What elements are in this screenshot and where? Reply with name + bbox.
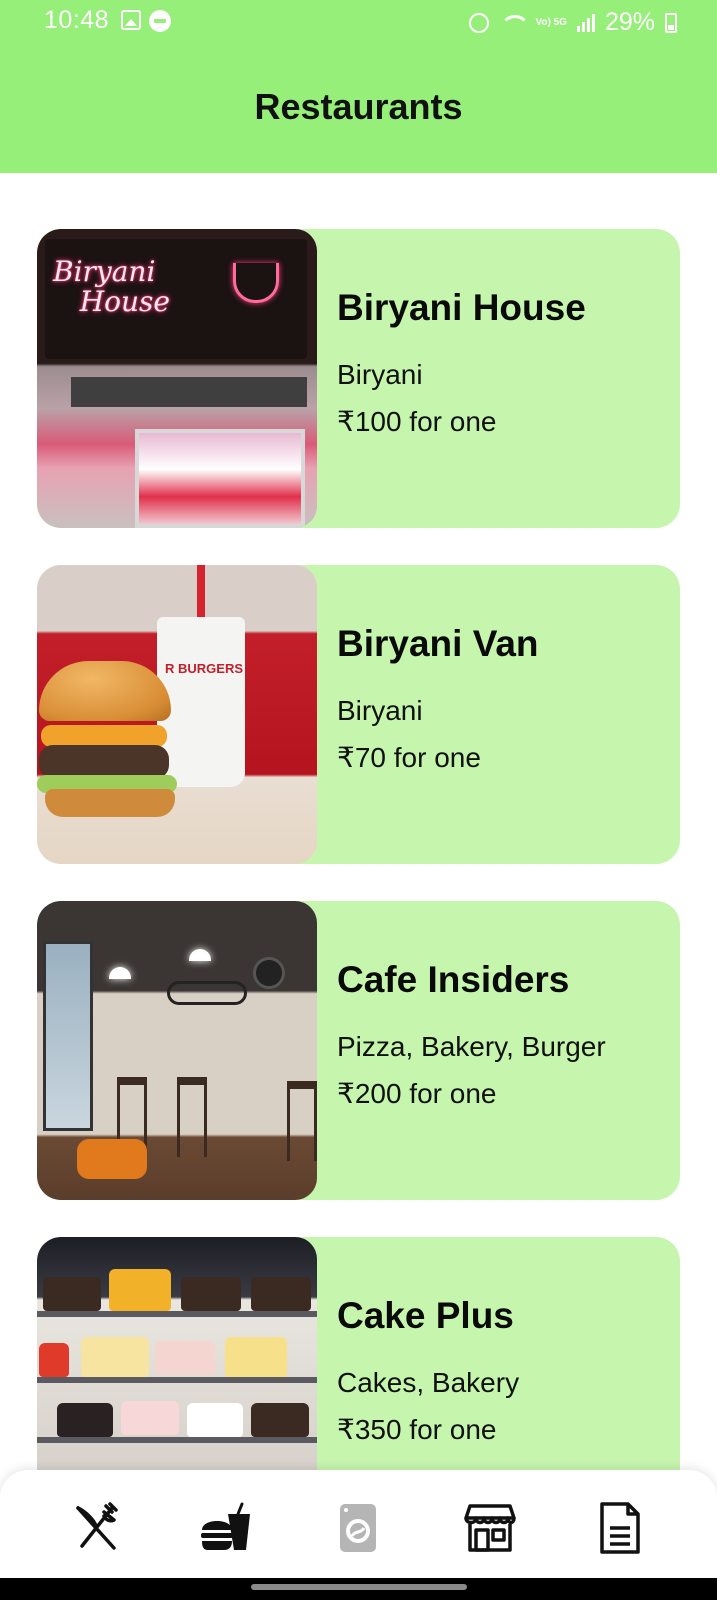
do-not-disturb-icon bbox=[149, 10, 171, 32]
restaurant-cuisine: Cakes, Bakery bbox=[337, 1367, 520, 1398]
alarm-icon bbox=[469, 12, 490, 33]
signal-icon bbox=[576, 13, 595, 32]
washing-machine-icon bbox=[340, 1504, 376, 1552]
restaurant-cuisine: Biryani bbox=[337, 359, 423, 390]
restaurant-image: R BURGERS bbox=[37, 565, 317, 864]
document-icon bbox=[600, 1502, 640, 1554]
battery-percent: 29% bbox=[604, 8, 655, 36]
restaurant-cuisine: Biryani bbox=[337, 695, 423, 726]
restaurant-price: ₹70 for one bbox=[337, 742, 481, 773]
status-time: 10:48 bbox=[44, 6, 110, 34]
page-title: Restaurants bbox=[254, 86, 463, 127]
gallery-notification-icon bbox=[121, 10, 141, 30]
restaurant-name: Biryani House bbox=[337, 287, 586, 328]
restaurant-price: ₹100 for one bbox=[337, 406, 497, 437]
wifi-icon bbox=[499, 13, 531, 33]
nav-food[interactable] bbox=[196, 1498, 256, 1558]
app-header: 10:48 Vo) 5G 29% Restaurants bbox=[0, 0, 717, 173]
restaurant-cuisine: Pizza, Bakery, Burger bbox=[337, 1031, 606, 1062]
battery-icon bbox=[665, 12, 677, 33]
restaurant-list: Biryani House Biryani House Biryani ₹100… bbox=[37, 229, 680, 1573]
restaurant-card[interactable]: R BURGERS Biryani Van Biryani ₹70 for on… bbox=[37, 565, 680, 864]
burger-drink-icon bbox=[201, 1502, 250, 1550]
restaurant-name: Cafe Insiders bbox=[337, 959, 570, 1000]
nav-orders[interactable] bbox=[590, 1498, 650, 1558]
home-gesture-indicator[interactable] bbox=[251, 1584, 467, 1590]
restaurant-image bbox=[37, 901, 317, 1200]
store-icon bbox=[464, 1504, 516, 1552]
nav-laundry[interactable] bbox=[328, 1498, 388, 1558]
restaurant-price: ₹200 for one bbox=[337, 1078, 497, 1109]
restaurant-name: Biryani Van bbox=[337, 623, 539, 664]
restaurant-image: Biryani House bbox=[37, 229, 317, 528]
fork-knife-icon bbox=[76, 1502, 118, 1550]
volte-5g-icon: Vo) 5G bbox=[535, 16, 567, 28]
restaurant-card[interactable]: Cafe Insiders Pizza, Bakery, Burger ₹200… bbox=[37, 901, 680, 1200]
status-bar: 10:48 Vo) 5G 29% bbox=[0, 0, 717, 44]
restaurant-name: Cake Plus bbox=[337, 1295, 514, 1336]
restaurant-price: ₹350 for one bbox=[337, 1414, 497, 1445]
nav-restaurants[interactable] bbox=[66, 1498, 126, 1558]
screen: 10:48 Vo) 5G 29% Restaurants Biryani Hou… bbox=[0, 0, 717, 1600]
nav-stores[interactable] bbox=[460, 1498, 520, 1558]
restaurant-card[interactable]: Biryani House Biryani House Biryani ₹100… bbox=[37, 229, 680, 528]
